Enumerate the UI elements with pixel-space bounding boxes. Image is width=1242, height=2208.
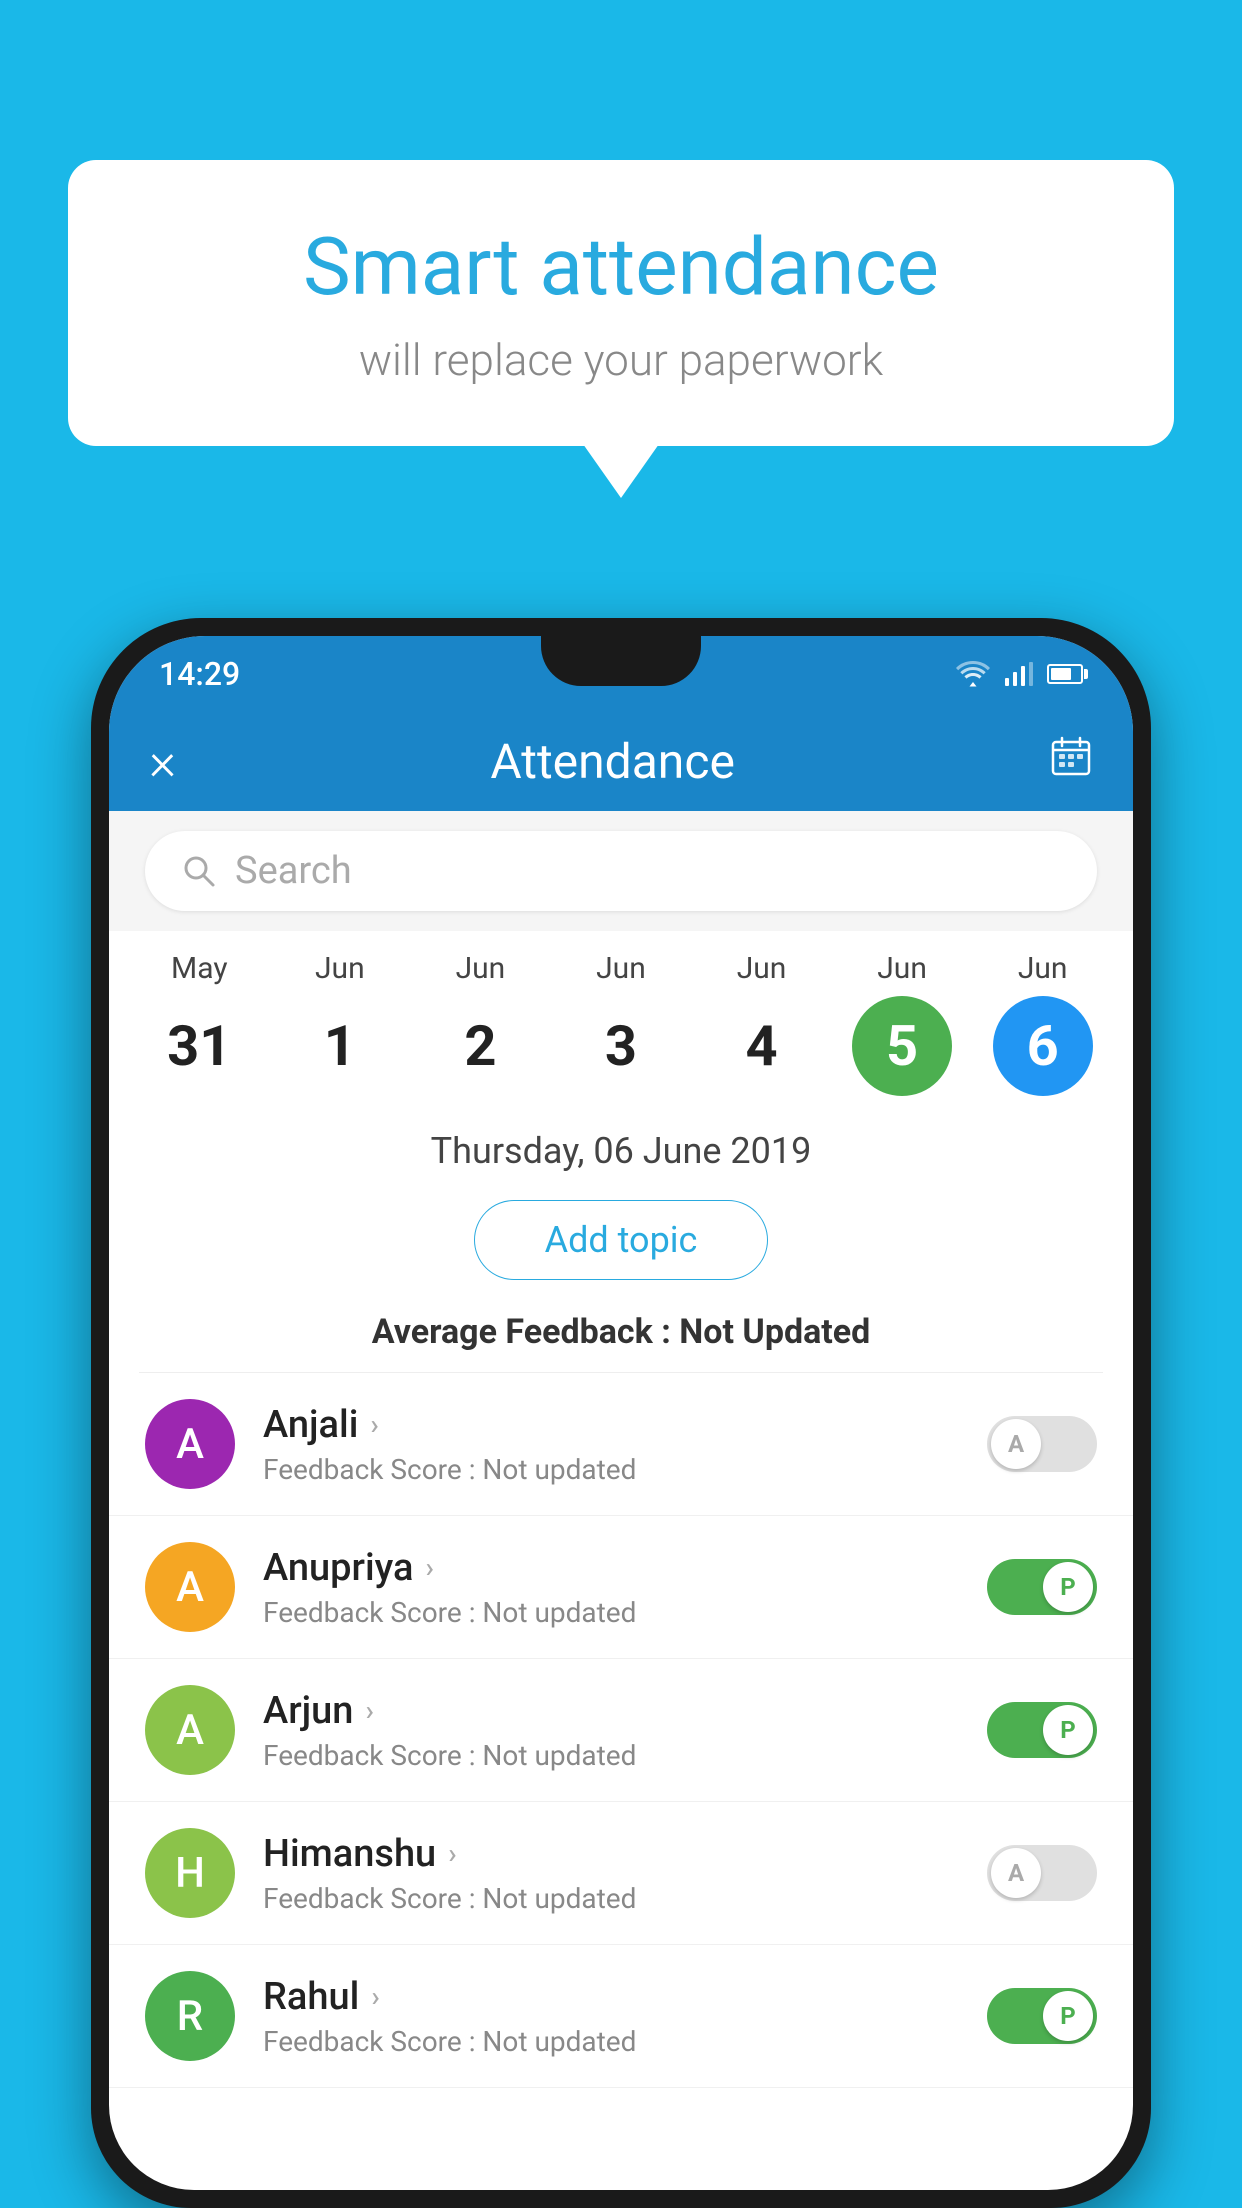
phone-notch — [541, 636, 701, 686]
attendance-toggle[interactable]: P — [987, 1702, 1097, 1758]
date-month: Jun — [315, 951, 365, 986]
toggle-container[interactable]: P — [987, 1702, 1097, 1758]
avatar: H — [145, 1828, 235, 1918]
speech-bubble-container: Smart attendance will replace your paper… — [68, 160, 1174, 446]
toggle-knob: P — [1043, 1991, 1093, 2041]
toggle-knob: P — [1043, 1705, 1093, 1755]
avatar: A — [145, 1685, 235, 1775]
app-bar: × Attendance — [109, 711, 1133, 811]
student-name: Anupriya › — [263, 1546, 959, 1590]
toggle-container[interactable]: P — [987, 1559, 1097, 1615]
attendance-toggle[interactable]: A — [987, 1845, 1097, 1901]
student-info: Arjun › Feedback Score : Not updated — [263, 1689, 959, 1772]
phone-frame: 14:29 — [91, 618, 1151, 2208]
wifi-icon — [955, 660, 991, 688]
toggle-container[interactable]: P — [987, 1988, 1097, 2044]
student-item[interactable]: H Himanshu › Feedback Score : Not updated A — [109, 1802, 1133, 1945]
date-day: 31 — [149, 996, 249, 1096]
status-icons — [955, 660, 1083, 688]
student-item[interactable]: R Rahul › Feedback Score : Not updated P — [109, 1945, 1133, 2088]
student-info: Rahul › Feedback Score : Not updated — [263, 1975, 959, 2058]
date-day: 3 — [571, 996, 671, 1096]
toggle-knob: A — [991, 1848, 1041, 1898]
attendance-toggle[interactable]: A — [987, 1416, 1097, 1472]
toggle-knob: P — [1043, 1562, 1093, 1612]
avatar: A — [145, 1399, 235, 1489]
search-bar[interactable]: Search — [145, 831, 1097, 911]
phone-inner: 14:29 — [109, 636, 1133, 2190]
add-topic-button[interactable]: Add topic — [474, 1200, 769, 1280]
student-list: AAnjali ›Feedback Score : Not updatedAAA… — [109, 1373, 1133, 2088]
avatar: R — [145, 1971, 235, 2061]
selected-date-header: Thursday, 06 June 2019 — [109, 1106, 1133, 1182]
date-day: 6 — [993, 996, 1093, 1096]
student-item[interactable]: A Anjali › Feedback Score : Not updated A — [109, 1373, 1133, 1516]
app-bar-title: Attendance — [490, 733, 735, 790]
chevron-right-icon: › — [425, 1551, 433, 1584]
toggle-container[interactable]: A — [987, 1845, 1097, 1901]
feedback-score: Feedback Score : Not updated — [263, 1739, 959, 1772]
feedback-score: Feedback Score : Not updated — [263, 2025, 959, 2058]
speech-bubble-subtitle: will replace your paperwork — [148, 334, 1094, 386]
student-name: Arjun › — [263, 1689, 959, 1733]
calendar-icon — [1049, 734, 1093, 778]
date-item[interactable]: Jun 4 — [702, 951, 822, 1096]
date-item[interactable]: Jun 6 — [983, 951, 1103, 1096]
attendance-toggle[interactable]: P — [987, 1988, 1097, 2044]
student-info: Anupriya › Feedback Score : Not updated — [263, 1546, 959, 1629]
toggle-knob: A — [991, 1419, 1041, 1469]
student-item[interactable]: A Anupriya › Feedback Score : Not updated P — [109, 1516, 1133, 1659]
date-month: Jun — [456, 951, 506, 986]
average-feedback-label: Average Feedback : Not Updated — [109, 1298, 1133, 1372]
date-month: Jun — [596, 951, 646, 986]
close-button[interactable]: × — [149, 731, 176, 792]
date-day: 1 — [290, 996, 390, 1096]
chevron-right-icon: › — [370, 1408, 378, 1441]
date-month: Jun — [1018, 951, 1068, 986]
student-info: Anjali › Feedback Score : Not updated — [263, 1403, 959, 1486]
feedback-score: Feedback Score : Not updated — [263, 1453, 959, 1486]
student-info: Himanshu › Feedback Score : Not updated — [263, 1832, 959, 1915]
date-item[interactable]: May 31 — [139, 951, 259, 1096]
status-time: 14:29 — [159, 655, 240, 693]
date-month: May — [171, 951, 227, 986]
speech-bubble-title: Smart attendance — [148, 220, 1094, 314]
average-feedback-text: Average Feedback : — [372, 1312, 680, 1352]
chevron-right-icon: › — [448, 1837, 456, 1870]
avatar: A — [145, 1542, 235, 1632]
search-icon — [181, 853, 217, 889]
date-month: Jun — [737, 951, 787, 986]
search-container: Search — [109, 811, 1133, 931]
date-row: May 31 Jun 1 Jun 2 Jun 3 Jun 4 Jun 5 Jun 6 — [109, 931, 1133, 1106]
date-month: Jun — [877, 951, 927, 986]
date-day: 5 — [852, 996, 952, 1096]
student-item[interactable]: A Arjun › Feedback Score : Not updated P — [109, 1659, 1133, 1802]
student-name: Anjali › — [263, 1403, 959, 1447]
date-day: 4 — [712, 996, 812, 1096]
add-topic-section: Add topic — [109, 1182, 1133, 1298]
date-item[interactable]: Jun 2 — [420, 951, 540, 1096]
feedback-score: Feedback Score : Not updated — [263, 1596, 959, 1629]
chevron-right-icon: › — [365, 1694, 373, 1727]
date-item[interactable]: Jun 1 — [280, 951, 400, 1096]
date-day: 2 — [430, 996, 530, 1096]
average-feedback-value: Not Updated — [679, 1312, 870, 1352]
date-item[interactable]: Jun 3 — [561, 951, 681, 1096]
student-name: Himanshu › — [263, 1832, 959, 1876]
date-item[interactable]: Jun 5 — [842, 951, 962, 1096]
calendar-button[interactable] — [1049, 734, 1093, 789]
search-placeholder: Search — [235, 849, 1061, 893]
battery-icon — [1047, 664, 1083, 684]
student-name: Rahul › — [263, 1975, 959, 2019]
chevron-right-icon: › — [371, 1980, 379, 2013]
toggle-container[interactable]: A — [987, 1416, 1097, 1472]
feedback-score: Feedback Score : Not updated — [263, 1882, 959, 1915]
speech-bubble: Smart attendance will replace your paper… — [68, 160, 1174, 446]
signal-icon — [1005, 662, 1033, 686]
attendance-toggle[interactable]: P — [987, 1559, 1097, 1615]
